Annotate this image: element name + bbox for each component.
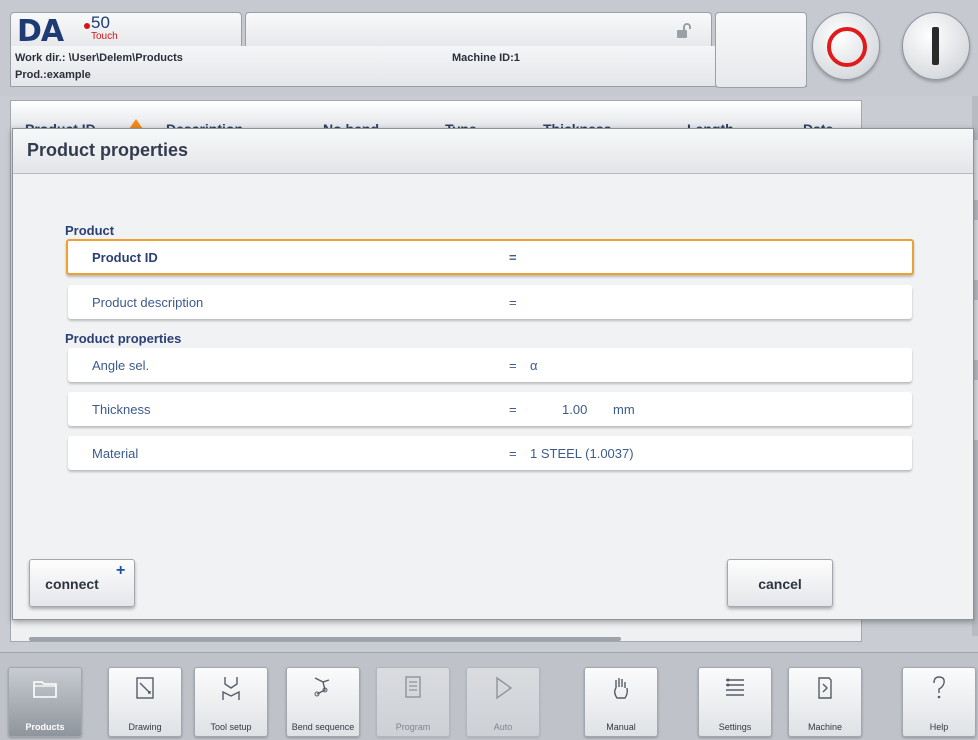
bend-sequence-icon <box>314 677 330 697</box>
dialog-title-bar: Product properties <box>13 129 973 174</box>
info-bar: Work dir.: \User\Delem\Products Machine … <box>10 46 807 87</box>
nav-label: Tool setup <box>210 722 252 732</box>
nav-label: Help <box>929 722 949 732</box>
unlocked-padlock-icon[interactable] <box>675 23 691 39</box>
machine-id: Machine ID:1 <box>452 52 520 64</box>
thickness-field[interactable]: Thickness = 1.00 mm <box>68 392 912 426</box>
current-product: Prod.:example <box>15 69 91 81</box>
bottom-navigation: Products Drawing Tool setup Bend sequenc… <box>0 652 978 740</box>
field-equals: = <box>509 446 517 461</box>
nav-label: Products <box>25 722 65 732</box>
cancel-button[interactable]: cancel <box>727 559 833 607</box>
list-settings-icon <box>726 678 744 696</box>
product-properties-dialog: Product properties Product Product ID = … <box>12 128 974 620</box>
header-side-panel <box>715 12 807 88</box>
start-button[interactable] <box>902 12 970 80</box>
field-label: Product ID <box>92 250 158 265</box>
nav-auto[interactable]: Auto <box>466 667 540 737</box>
status-bar <box>245 12 712 48</box>
pencil-icon <box>136 677 154 699</box>
machine-icon <box>818 677 832 699</box>
cancel-label: cancel <box>758 576 802 592</box>
section-label-product: Product <box>65 223 115 238</box>
field-unit: mm <box>613 402 635 417</box>
stop-circle-icon <box>827 27 867 67</box>
stop-button[interactable] <box>812 12 880 80</box>
field-equals: = <box>509 295 517 310</box>
tool-icon <box>222 677 240 700</box>
field-equals: = <box>509 250 517 265</box>
field-equals: = <box>509 402 517 417</box>
logo-dot <box>84 23 90 29</box>
nav-tool-setup[interactable]: Tool setup <box>194 667 268 737</box>
angle-sel-field[interactable]: Angle sel. = α <box>68 348 912 382</box>
logo-number: 50 <box>91 13 110 32</box>
nav-label: Drawing <box>128 722 162 732</box>
nav-drawing[interactable]: Drawing <box>108 667 182 737</box>
horizontal-scrollbar[interactable] <box>29 637 621 641</box>
field-label: Angle sel. <box>92 358 150 373</box>
logo-text: DA <box>17 14 64 49</box>
dialog-title: Product properties <box>27 140 189 160</box>
hand-icon <box>614 678 628 699</box>
product-description-field[interactable]: Product description = <box>68 285 912 319</box>
logo-sub: Touch <box>91 31 118 42</box>
product-list-header: Product ID Description No bend Type Thic… <box>11 101 861 137</box>
field-equals: = <box>509 358 517 373</box>
connect-label: connect <box>45 576 99 592</box>
field-label: Product description <box>92 295 204 310</box>
folder-icon <box>33 681 57 698</box>
section-label-product-properties: Product properties <box>65 331 182 346</box>
logo: DA 50 Touch <box>10 12 242 49</box>
header-bar: DA 50 Touch Work dir.: \User\Delem\Produ… <box>0 0 978 96</box>
plus-icon: + <box>116 562 126 579</box>
question-icon <box>933 676 945 699</box>
field-label: Material <box>92 446 139 461</box>
nav-label: Bend sequence <box>291 722 355 732</box>
nav-machine[interactable]: Machine <box>788 667 862 737</box>
field-value: 1 STEEL (1.0037) <box>530 446 634 461</box>
product-id-field[interactable]: Product ID = <box>66 239 914 275</box>
field-value: α <box>530 358 538 373</box>
work-directory: Work dir.: \User\Delem\Products <box>15 52 183 64</box>
field-label: Thickness <box>92 402 151 417</box>
play-icon <box>496 676 513 700</box>
nav-settings[interactable]: Settings <box>698 667 772 737</box>
nav-label: Manual <box>606 722 636 732</box>
nav-label: Auto <box>493 722 513 732</box>
connect-button[interactable]: connect + <box>29 559 135 607</box>
material-field[interactable]: Material = 1 STEEL (1.0037) <box>68 436 912 470</box>
nav-manual[interactable]: Manual <box>584 667 658 737</box>
start-bar-icon <box>932 27 939 65</box>
nav-bend-sequence[interactable]: Bend sequence <box>286 667 360 737</box>
nav-label: Program <box>395 722 431 732</box>
field-value: 1.00 <box>562 402 588 417</box>
program-icon <box>405 676 421 698</box>
nav-program[interactable]: Program <box>376 667 450 737</box>
nav-label: Machine <box>807 722 843 732</box>
nav-help[interactable]: Help <box>902 667 976 737</box>
nav-products[interactable]: Products <box>8 667 82 737</box>
nav-label: Settings <box>718 722 752 732</box>
